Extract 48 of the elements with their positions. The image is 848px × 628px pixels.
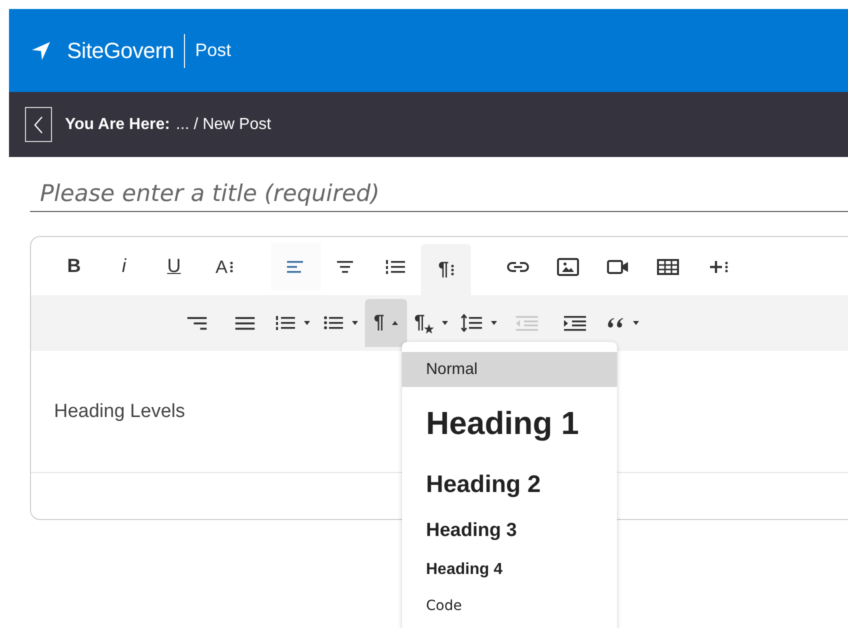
caret-icon: [392, 321, 398, 325]
navigation-arrow-icon: [31, 40, 51, 60]
format-option[interactable]: Heading 1: [402, 387, 617, 459]
caret-icon: [491, 321, 497, 325]
paragraph-options-button[interactable]: ¶: [421, 244, 471, 296]
indent-icon: [564, 315, 586, 331]
image-icon: [557, 258, 579, 276]
breadcrumb-path: ... / New Post: [176, 116, 272, 134]
underline-button[interactable]: U: [149, 243, 199, 291]
paragraph-format-button[interactable]: ¶: [365, 299, 407, 347]
format-option[interactable]: Code: [402, 589, 617, 623]
format-option[interactable]: Heading 2: [402, 459, 617, 511]
numbered-list-icon: [386, 259, 406, 275]
caret-icon: [633, 321, 639, 325]
outdent-icon: [516, 315, 538, 331]
dots-icon: [230, 261, 232, 273]
section-title: Post: [195, 40, 232, 61]
paragraph-style-button[interactable]: ¶: [407, 301, 455, 345]
back-button[interactable]: [25, 107, 52, 142]
dots-icon: [724, 261, 728, 273]
caret-icon: [442, 321, 448, 325]
format-option[interactable]: Heading 4: [402, 551, 617, 589]
format-option[interactable]: Heading 3: [402, 511, 617, 551]
star-icon: [424, 324, 434, 334]
align-left-button[interactable]: [271, 243, 321, 291]
bullet-list-icon: [324, 315, 344, 331]
editor-text: Heading Levels: [54, 401, 185, 422]
caret-icon: [304, 321, 310, 325]
chevron-left-icon: [34, 116, 44, 134]
justify-icon: [235, 316, 255, 330]
quote-icon: [607, 317, 625, 329]
caret-icon: [352, 321, 358, 325]
italic-button[interactable]: i: [99, 243, 149, 291]
align-right-icon: [187, 316, 207, 330]
align-left-icon: [287, 260, 305, 274]
bold-button[interactable]: B: [49, 243, 99, 291]
text-options-button[interactable]: A: [199, 243, 249, 291]
plus-icon: [708, 260, 722, 274]
align-center-icon: [337, 260, 355, 274]
dots-icon: [450, 264, 454, 276]
format-option[interactable]: Normal: [402, 352, 617, 387]
line-height-icon: [461, 314, 483, 332]
brand-name: SiteGovern: [67, 38, 174, 64]
breadcrumb-label: You Are Here:: [65, 116, 170, 134]
video-camera-icon: [607, 260, 629, 274]
numbered-list-icon: [276, 315, 296, 331]
link-icon: [507, 261, 529, 273]
table-icon: [657, 259, 679, 275]
